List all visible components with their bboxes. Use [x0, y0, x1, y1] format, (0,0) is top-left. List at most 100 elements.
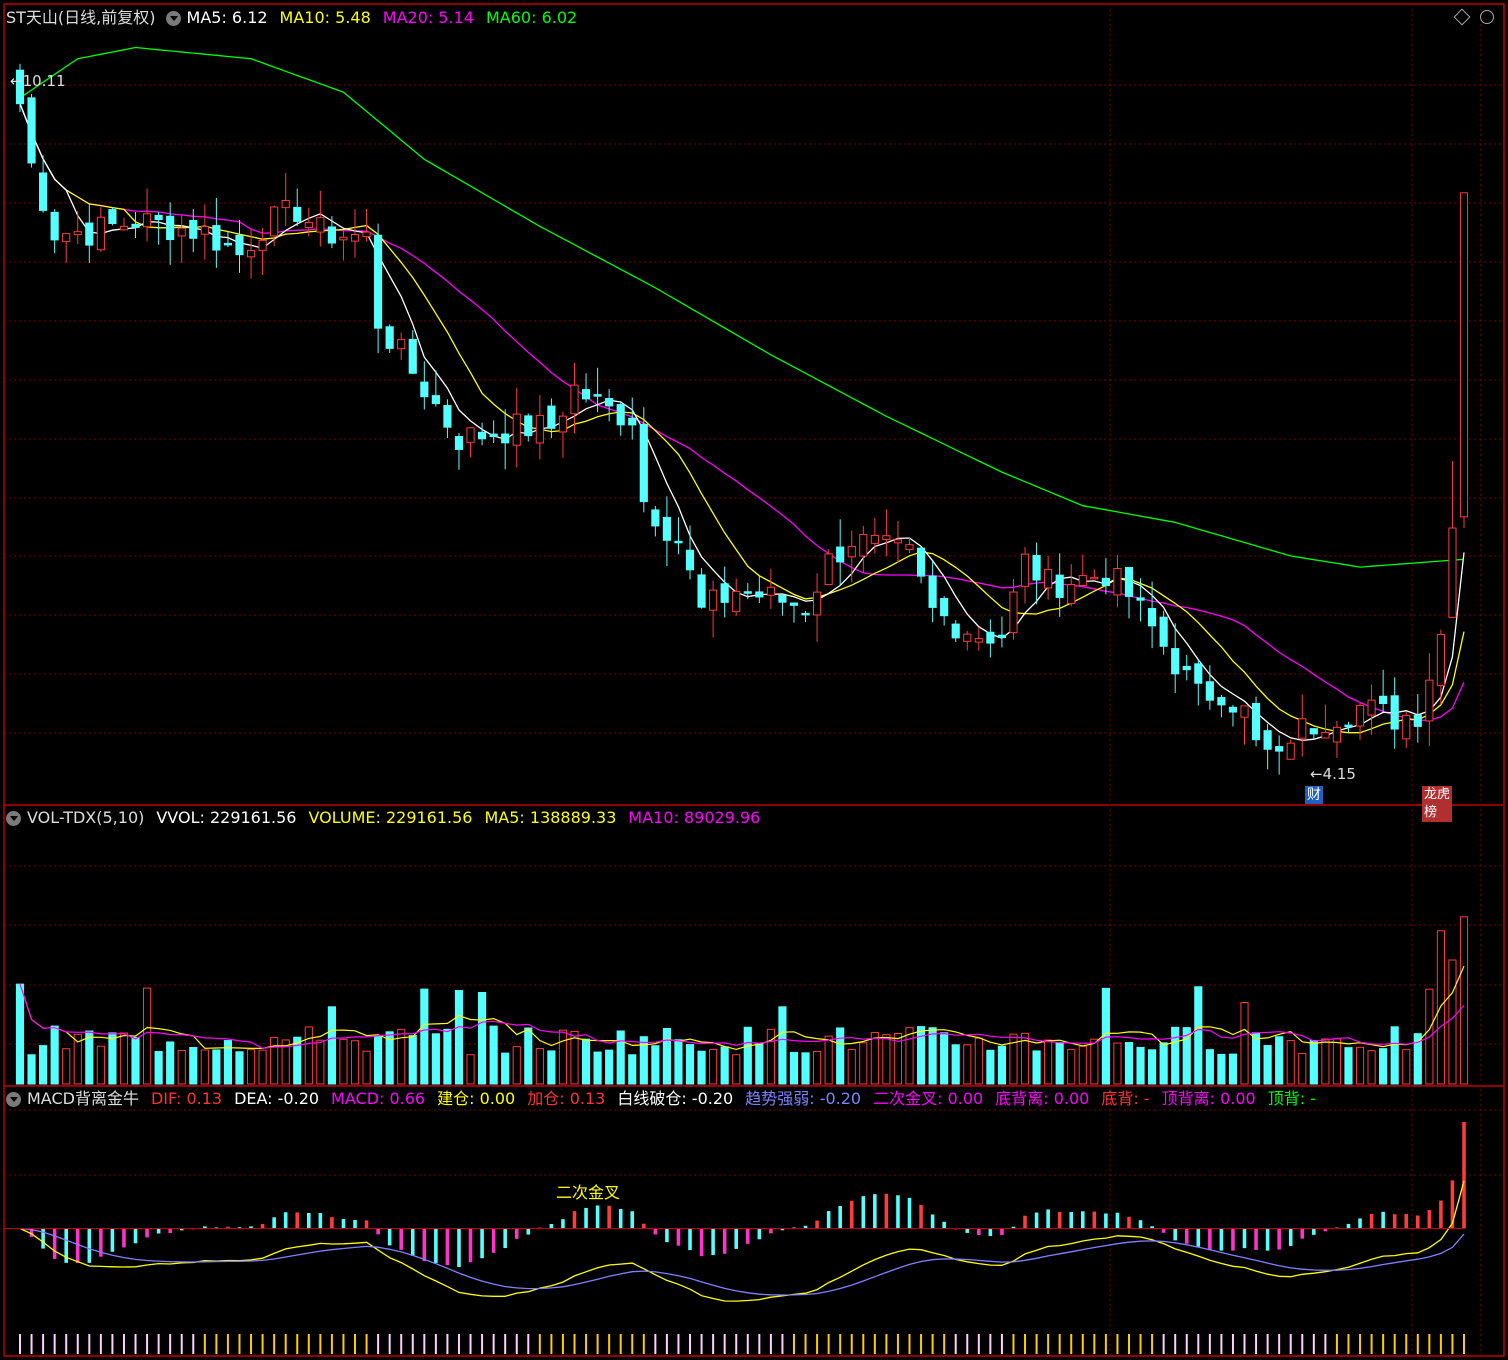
dropdown-icon[interactable]: [6, 810, 21, 826]
candle-body: [651, 509, 660, 527]
candle-body: [905, 544, 914, 551]
volume-bar: [501, 1052, 510, 1085]
volume-bar: [905, 1027, 914, 1085]
volume-bar: [685, 1044, 695, 1085]
candle-body: [1136, 597, 1145, 601]
volume-bar: [1136, 1046, 1145, 1085]
volume-bar: [316, 1039, 325, 1085]
indicator-label: 顶背离: 0.00: [1161, 1089, 1256, 1108]
volume-bar: [558, 1029, 568, 1085]
candle-body: [593, 394, 602, 397]
volume-bar: [1436, 930, 1445, 1085]
volume-bar: [720, 1046, 729, 1085]
volume-bar: [374, 1035, 383, 1085]
candle-body: [1124, 567, 1134, 597]
candle-body: [616, 404, 625, 426]
volume-bar: [1159, 1042, 1168, 1085]
volume-bar: [870, 1032, 879, 1085]
volume-bar: [697, 1050, 706, 1085]
candle-body: [1413, 714, 1422, 727]
volume-bar: [431, 1033, 440, 1085]
candle-body: [1217, 697, 1226, 706]
stock-chart-svg: [3, 3, 1505, 1357]
candle-body: [1020, 553, 1030, 587]
indicator-label: DIF: 0.13: [150, 1089, 223, 1108]
candle-body: [1194, 663, 1203, 684]
ma60-line: [19, 46, 1465, 568]
indicator-label: MACD: 0.66: [331, 1089, 426, 1108]
candle-body: [974, 638, 983, 643]
volume-bar: [662, 1028, 671, 1085]
candle-body: [1436, 634, 1445, 687]
candle-body: [258, 239, 267, 251]
candle-body: [1355, 705, 1365, 727]
candle-body: [836, 546, 845, 563]
candle-body: [62, 233, 71, 243]
volume-bar: [1309, 1039, 1318, 1085]
candle-body: [859, 534, 868, 557]
indicator-label: 底背: -: [1101, 1089, 1150, 1108]
candle-body: [581, 389, 591, 400]
indicator-label: MA10: 5.48: [279, 8, 371, 27]
candle-body: [339, 236, 348, 241]
volume-bar: [709, 1049, 718, 1085]
candle-body: [628, 417, 637, 426]
indicator-label: MA5: 138889.33: [484, 808, 617, 827]
candle-body: [755, 591, 764, 598]
candle-body: [431, 395, 440, 405]
dropdown-icon[interactable]: [6, 1091, 21, 1107]
candle-body: [916, 547, 926, 577]
candle-body: [501, 433, 510, 444]
candle-body: [408, 338, 417, 374]
candle-body: [1275, 746, 1284, 752]
volume-bar: [1228, 1053, 1238, 1085]
low-price-value: 4.15: [1322, 765, 1356, 783]
candle-body: [1067, 584, 1076, 604]
candle-body: [1090, 576, 1099, 580]
volume-bar: [616, 1030, 625, 1085]
dropdown-icon[interactable]: [165, 10, 181, 26]
candle-body: [732, 590, 741, 612]
ma5-line: [19, 103, 1465, 742]
indicator-label: 底背离: 0.00: [995, 1089, 1090, 1108]
volume-bar: [200, 1049, 209, 1085]
volume-bar: [1205, 1049, 1214, 1085]
volume-bar: [1090, 1038, 1099, 1085]
indicator-label: 建仓: 0.00: [437, 1089, 516, 1108]
volume-bar: [524, 1027, 533, 1085]
ma20-path: [19, 103, 1465, 722]
candle-body: [639, 423, 648, 503]
volume-bar: [489, 1025, 498, 1085]
low-price-label: ←4.15: [1310, 765, 1356, 783]
candle-body: [685, 549, 695, 571]
candle-body: [766, 586, 775, 596]
candle-body: [1367, 699, 1376, 716]
volume-bar: [581, 1038, 591, 1085]
candle-body: [1344, 724, 1353, 728]
volume-bar: [189, 1047, 198, 1085]
volume-bar: [928, 1027, 937, 1085]
circle-icon[interactable]: [1480, 10, 1494, 24]
volume-bar: [1194, 986, 1203, 1085]
candle-body: [177, 227, 186, 237]
volume-bar: [651, 1045, 660, 1085]
volume-bar: [1067, 1048, 1076, 1085]
volume-bar: [1113, 1042, 1122, 1085]
candle-body: [142, 213, 152, 228]
volume-bar: [986, 1049, 995, 1085]
macd-histogram: [29, 1122, 1466, 1268]
volume-bar: [1459, 916, 1469, 1085]
candle-body: [1148, 608, 1157, 627]
candle-body: [720, 583, 729, 603]
volume-bar: [940, 1032, 949, 1085]
volume-bar: [1275, 1036, 1284, 1085]
candle-body: [1055, 574, 1064, 598]
candle-body: [709, 589, 718, 611]
candlesticks: [15, 63, 1469, 775]
candle-body: [443, 405, 452, 428]
finance-tag[interactable]: 财: [1305, 786, 1323, 804]
price-title[interactable]: ST天山(日线,前复权): [6, 7, 156, 29]
indicator-label: MA10: 89029.96: [628, 808, 761, 827]
dragon-tiger-tag[interactable]: 龙虎榜: [1422, 786, 1452, 822]
macd-header: MACD背离金牛 DIF: 0.13 DEA: -0.20 MACD: 0.66 建仓:…: [6, 1088, 1338, 1110]
